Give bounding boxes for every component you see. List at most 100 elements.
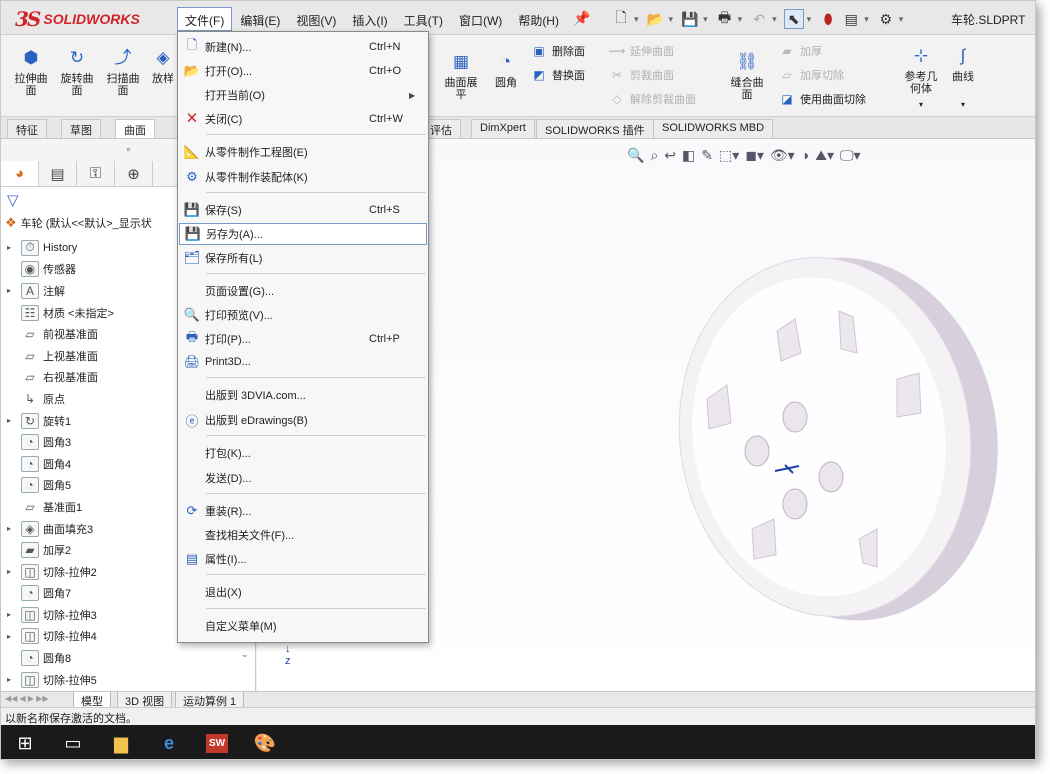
trim-surface-button[interactable]: ✂ 剪裁曲面	[609, 67, 674, 83]
tab-3d-views[interactable]: 3D 视图	[117, 692, 173, 708]
file-menu-item[interactable]: 🔍 打印预览(V)...	[179, 304, 427, 326]
expand-arrow-icon[interactable]: ▸	[7, 416, 21, 425]
view-settings-icon[interactable]: 🖵▾	[840, 147, 861, 164]
solidworks-2016-icon[interactable]: SW	[193, 725, 241, 759]
file-menu-item[interactable]: ⓔ 出版到 eDrawings(B)	[179, 409, 427, 431]
curves-button[interactable]: ∫ 曲线 ▾	[945, 43, 981, 111]
tab-surfaces[interactable]: 曲面	[115, 119, 155, 138]
menu-file[interactable]: 文件(F)	[177, 7, 233, 31]
chevron-down-icon[interactable]: ▾	[961, 99, 965, 111]
pin-icon[interactable]: 📌	[573, 10, 590, 27]
extend-surface-button[interactable]: ⟿ 延伸曲面	[608, 43, 674, 59]
filter-icon[interactable]: ▽	[7, 191, 19, 209]
menu-tools[interactable]: 工具(T)	[396, 7, 451, 31]
gear-icon[interactable]: ⚙	[876, 9, 896, 29]
file-menu-item[interactable]: 💾 保存(S) Ctrl+S	[179, 199, 427, 221]
configuration-manager-tab-icon[interactable]: ⚿	[77, 161, 115, 186]
untrim-surface-button[interactable]: ◇ 解除剪裁曲面	[609, 91, 696, 107]
expand-arrow-icon[interactable]: ▸	[7, 243, 21, 252]
loft-surface-button[interactable]: ◈ 放样	[149, 45, 177, 85]
select-icon[interactable]: ⬉	[783, 9, 804, 29]
extrude-surface-button[interactable]: ⬢ 拉伸曲 面	[11, 45, 51, 97]
expand-arrow-icon[interactable]: ▸	[7, 632, 21, 641]
menu-insert[interactable]: 插入(I)	[344, 7, 395, 31]
tab-nav-arrows-icon[interactable]: ◀◀ ◀ ▶ ▶▶	[5, 694, 49, 703]
file-menu-item[interactable]: 🗋 新建(N)... Ctrl+N	[179, 36, 427, 58]
new-file-icon[interactable]: 🗋	[611, 9, 631, 29]
file-menu-item[interactable]: ⟳ 重装(R)...	[179, 500, 427, 522]
options-panel-icon[interactable]: ▤	[841, 9, 861, 29]
expand-arrow-icon[interactable]: ▸	[7, 610, 21, 619]
file-menu-item[interactable]: 自定义菜单(M)	[179, 615, 427, 637]
tab-solidworks-mbd[interactable]: SOLIDWORKS MBD	[653, 119, 774, 138]
display-style-icon[interactable]: ◼▾	[745, 147, 764, 164]
property-manager-tab-icon[interactable]: ▤	[39, 161, 77, 186]
expand-arrow-icon[interactable]: ▸	[7, 567, 21, 576]
file-menu-item[interactable]: 🗂 保存所有(L)	[179, 247, 427, 269]
expand-arrow-icon[interactable]: ▸	[7, 524, 21, 533]
section-view-icon[interactable]: ◧	[682, 147, 695, 164]
file-menu-item[interactable]: 退出(X)	[179, 581, 427, 603]
file-menu-item[interactable]: 页面设置(G)...	[179, 280, 427, 302]
edge-icon[interactable]: e	[145, 725, 193, 759]
tab-model[interactable]: 模型	[73, 692, 111, 708]
file-menu-item[interactable]: 查找相关文件(F)...	[179, 524, 427, 546]
surface-cut-button[interactable]: ◪ 使用曲面切除	[779, 91, 866, 107]
menu-help[interactable]: 帮助(H)	[510, 7, 567, 31]
menu-edit[interactable]: 编辑(E)	[232, 7, 288, 31]
file-menu-item[interactable]: ⚙ 从零件制作装配体(K)	[179, 166, 427, 188]
tab-solidworks-addins[interactable]: SOLIDWORKS 插件	[536, 119, 654, 138]
file-menu-item[interactable]: ▤ 属性(I)...	[179, 548, 427, 570]
print-icon[interactable]: 🖶	[715, 9, 735, 29]
file-menu-item[interactable]: 🖶 打印(P)... Ctrl+P	[179, 328, 427, 350]
knit-surface-button[interactable]: ⛓ 缝合曲 面	[727, 49, 767, 101]
zoom-to-fit-icon[interactable]: 🔍	[627, 147, 644, 164]
file-menu-item[interactable]: 🖨 Print3D...	[179, 351, 427, 373]
flatten-surface-button[interactable]: ▦ 曲面展 平	[441, 49, 481, 101]
task-view-icon[interactable]: ▭	[49, 725, 97, 759]
tab-dimxpert[interactable]: DimXpert	[471, 119, 535, 138]
expand-arrow-icon[interactable]: ▸	[7, 675, 21, 684]
fillet-button[interactable]: ◔ 圆角	[491, 49, 521, 89]
paint-icon[interactable]: 🎨	[241, 725, 289, 759]
file-explorer-icon[interactable]: ▆	[97, 725, 145, 759]
tab-sketch[interactable]: 草图	[61, 119, 101, 138]
dimxpert-manager-tab-icon[interactable]: ⊕	[115, 161, 153, 186]
revolve-surface-button[interactable]: ↻ 旋转曲 面	[57, 45, 97, 97]
file-menu-item[interactable]: 出版到 3DVIA.com...	[179, 384, 427, 406]
undo-icon[interactable]: ↶	[749, 9, 769, 29]
save-icon[interactable]: 💾	[680, 9, 700, 29]
windows-start-icon[interactable]: ⊞	[1, 725, 49, 759]
dynamic-annotation-icon[interactable]: ✎	[701, 147, 713, 164]
tree-item[interactable]: ◔ 圆角8	[7, 647, 252, 669]
tree-root[interactable]: ❖ 车轮 (默认<<默认>_显示状	[5, 215, 152, 231]
tab-features[interactable]: 特征	[7, 119, 47, 138]
file-menu-item[interactable]: 🗙 关闭(C) Ctrl+W	[179, 108, 427, 130]
thicken-cut-button[interactable]: ▱ 加厚切除	[779, 67, 844, 83]
file-menu-item[interactable]: 📐 从零件制作工程图(E)	[179, 141, 427, 163]
previous-view-icon[interactable]: ↩	[664, 147, 676, 164]
hide-show-icon[interactable]: 👁▾	[770, 147, 795, 164]
thicken-button[interactable]: ▰ 加厚	[779, 43, 822, 59]
file-menu-item[interactable]: 打包(K)...	[179, 442, 427, 464]
tree-item[interactable]: ▸ ◫ 切除-拉伸5	[7, 669, 252, 691]
file-menu-item[interactable]: 💾 另存为(A)...	[179, 223, 427, 245]
file-menu-item[interactable]: 发送(D)...	[179, 467, 427, 489]
open-icon[interactable]: 📂	[646, 9, 666, 29]
menu-view[interactable]: 视图(V)	[288, 7, 344, 31]
traffic-light-icon[interactable]: ⬮	[818, 9, 838, 29]
reference-geometry-button[interactable]: ⊹ 参考几 何体 ▾	[899, 43, 943, 111]
delete-face-button[interactable]: ▣ 删除面	[531, 43, 585, 59]
file-menu-item[interactable]: 📂 打开(O)... Ctrl+O	[179, 60, 427, 82]
scene-icon[interactable]: ⛰▾	[815, 147, 834, 164]
scroll-down-icon[interactable]: ⌄	[241, 649, 249, 660]
wheel-model[interactable]	[607, 199, 1007, 629]
tab-motion-study[interactable]: 运动算例 1	[175, 692, 245, 708]
menu-window[interactable]: 窗口(W)	[451, 7, 510, 31]
replace-face-button[interactable]: ◩ 替换面	[531, 67, 585, 83]
file-menu-item[interactable]: 打开当前(O) ▶	[179, 84, 427, 106]
view-orientation-icon[interactable]: ⬚▾	[719, 147, 739, 164]
sweep-surface-button[interactable]: ⤴ 扫描曲 面	[103, 45, 143, 97]
chevron-down-icon[interactable]: ▾	[919, 99, 923, 111]
expand-arrow-icon[interactable]: ▸	[7, 286, 21, 295]
